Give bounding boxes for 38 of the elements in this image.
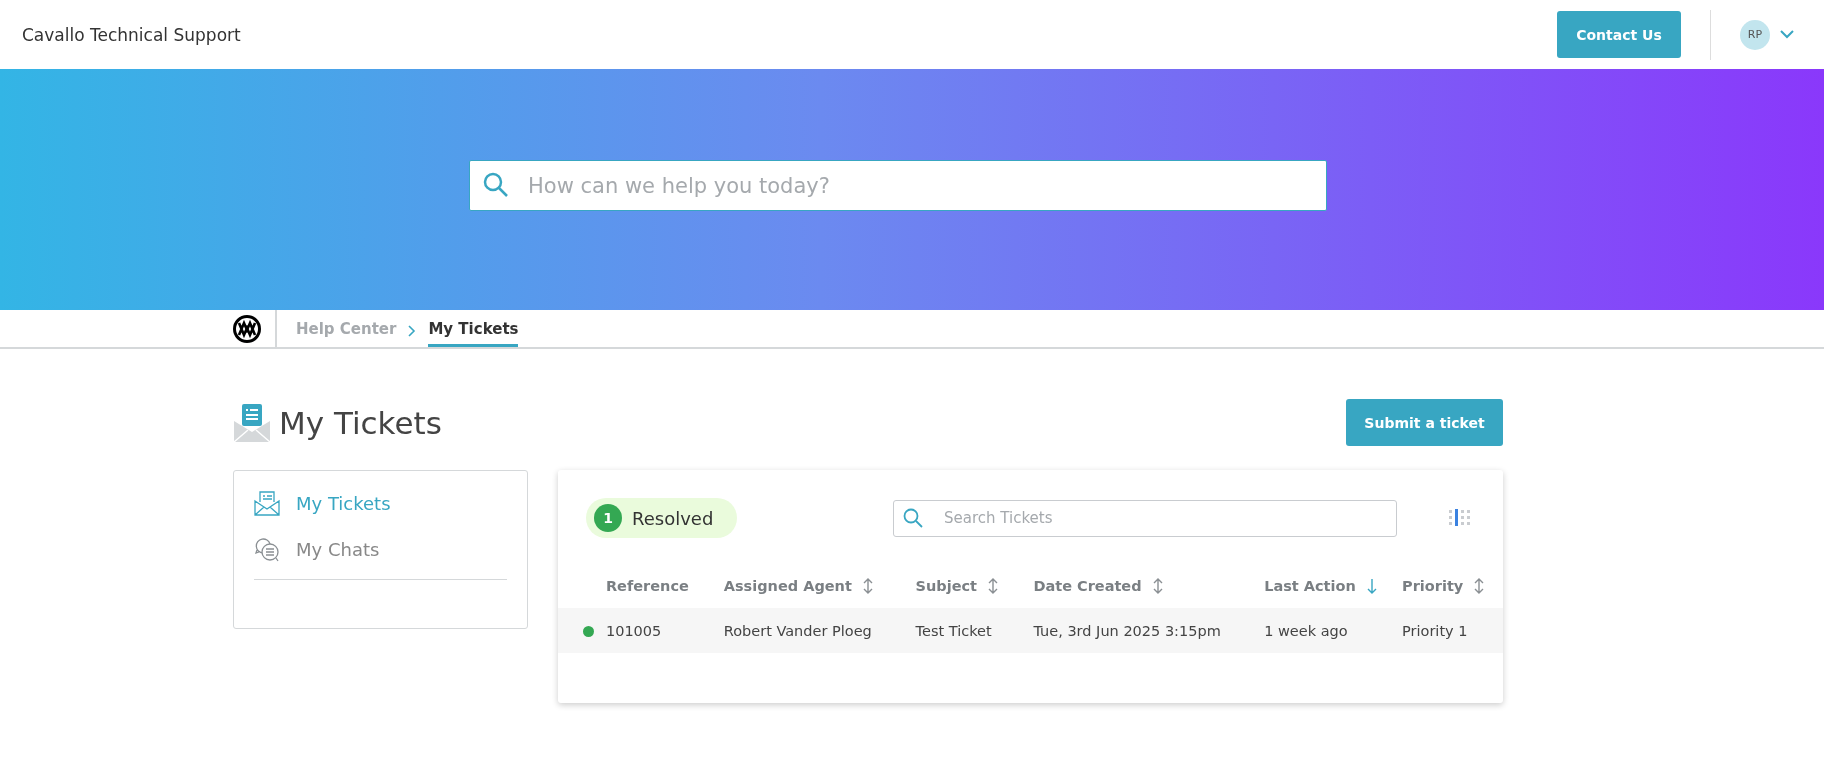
sort-icon[interactable] <box>862 578 873 594</box>
contact-us-button[interactable]: Contact Us <box>1557 11 1681 58</box>
table-cell: Priority 1 <box>1402 622 1468 639</box>
page-title: My Tickets <box>279 404 442 441</box>
column-header[interactable]: Subject <box>915 578 999 594</box>
search-icon <box>483 172 509 198</box>
sidebar-item[interactable]: My Tickets <box>254 487 507 519</box>
table-cell: Test Ticket <box>915 622 992 639</box>
help-search-field[interactable]: How can we help you today? <box>469 160 1327 211</box>
breadcrumb-link[interactable]: Help Center <box>296 310 397 347</box>
sort-descending-icon[interactable] <box>1366 578 1377 594</box>
chevron-down-icon[interactable] <box>1780 30 1794 39</box>
sort-icon[interactable] <box>1152 578 1163 594</box>
table-cell: Robert Vander Ploeg <box>723 622 872 639</box>
sort-icon[interactable] <box>988 578 999 594</box>
envelope-icon <box>254 490 280 516</box>
column-header[interactable]: Reference <box>605 578 689 594</box>
table-cell: Tue, 3rd Jun 2025 3:15pm <box>1033 622 1221 639</box>
column-header[interactable]: Date Created <box>1033 578 1163 594</box>
chat-bubbles-icon <box>254 536 280 562</box>
column-header[interactable]: Priority <box>1402 578 1485 594</box>
column-settings-icon[interactable] <box>1449 509 1473 527</box>
sidebar-item[interactable]: My Chats <box>254 533 507 565</box>
breadcrumb-link[interactable]: My Tickets <box>428 310 519 347</box>
column-header[interactable]: Last Action <box>1264 578 1377 594</box>
table-cell: 1 week ago <box>1264 622 1348 639</box>
ticket-search-field[interactable]: Search Tickets <box>893 499 1397 537</box>
column-header[interactable]: Assigned Agent <box>723 578 873 594</box>
submit-ticket-button[interactable]: Submit a ticket <box>1346 399 1503 446</box>
envelope-ticket-icon <box>233 402 271 443</box>
table-cell: 101005 <box>605 622 662 639</box>
search-icon <box>903 507 923 528</box>
logo-icon[interactable] <box>233 314 261 343</box>
chevron-right-icon <box>408 324 417 337</box>
sort-icon[interactable] <box>1474 578 1485 594</box>
user-avatar[interactable]: RP <box>1740 19 1770 50</box>
site-title: Cavallo Technical Support <box>22 24 241 45</box>
resolved-filter[interactable]: 1 Resolved <box>586 498 738 538</box>
